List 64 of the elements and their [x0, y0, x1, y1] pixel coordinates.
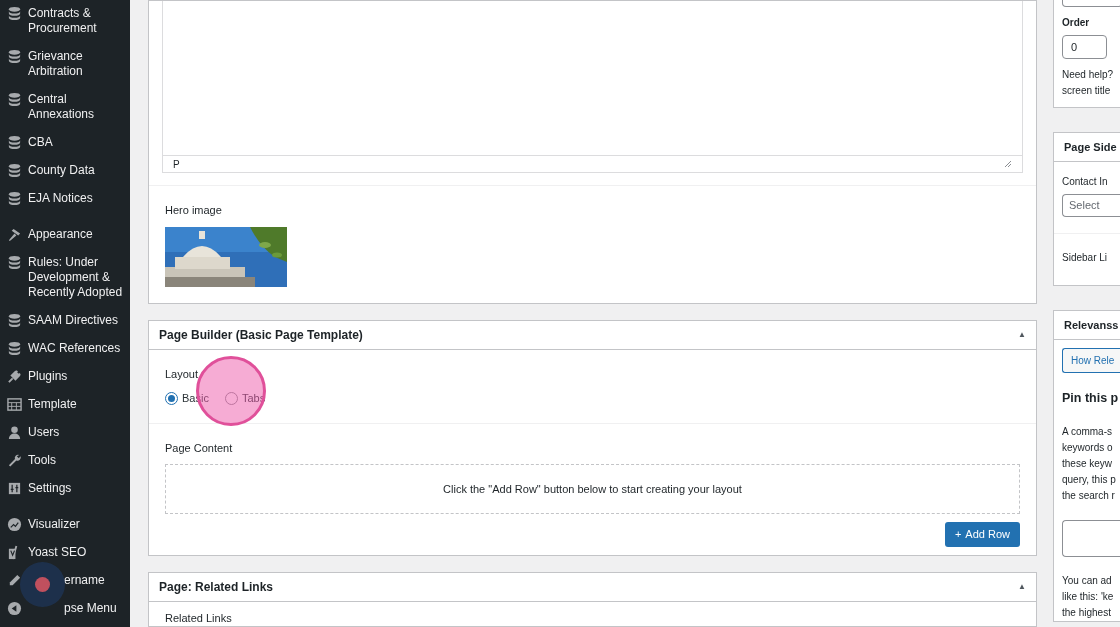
field-label: Hero image	[165, 203, 223, 218]
database-icon	[7, 341, 22, 356]
menu-item[interactable]: County Data	[28, 163, 95, 178]
menu-item[interactable]: Yoast SEO	[28, 545, 87, 560]
select-field[interactable]: Select	[1062, 194, 1120, 217]
empty-message: Click the "Add Row" button below to start creating your layout	[443, 481, 742, 497]
collapse-toggle[interactable]: ▲	[1018, 580, 1026, 593]
field-label: Contact In	[1062, 175, 1109, 189]
panel-title: Relevanss	[1064, 317, 1119, 333]
user-icon	[7, 425, 22, 440]
collapse-icon	[7, 601, 22, 616]
order-field[interactable]: 0	[1062, 35, 1107, 59]
menu-item[interactable]: SAAM Directives	[28, 313, 119, 328]
menu-item[interactable]: Appearance	[28, 227, 93, 242]
database-icon	[7, 49, 22, 64]
menu-item[interactable]: EJA Notices	[28, 191, 93, 206]
database-icon	[7, 163, 22, 178]
panel-title: Page: Related Links	[159, 578, 274, 596]
plug-icon	[7, 369, 22, 384]
database-icon	[7, 255, 22, 270]
menu-item[interactable]: Central Annexations	[28, 92, 126, 122]
editor-box[interactable]: P	[162, 1, 1023, 173]
grid-icon	[7, 397, 22, 412]
add-row-button[interactable]: + Add Row	[944, 522, 1020, 547]
field-label: Page Content	[165, 440, 234, 456]
description-text: A comma-s keywords o these keyw query, this p the search r	[1062, 424, 1117, 503]
wrench-icon	[7, 453, 22, 468]
menu-item[interactable]: Template	[28, 397, 77, 412]
field-label: Layout	[165, 366, 200, 382]
menu-item[interactable]: Visualizer	[28, 517, 80, 532]
menu-item[interactable]: WAC References	[28, 341, 121, 356]
panel-title: Page Side	[1064, 139, 1117, 155]
database-icon	[7, 191, 22, 206]
menu-item[interactable]: Plugins	[28, 369, 68, 384]
menu-item[interactable]: Settings	[28, 481, 72, 496]
field-label: Related Links	[165, 610, 233, 626]
note-text: You can ad like this: 'ke the highest	[1062, 573, 1115, 620]
field-label: Sidebar Li	[1062, 251, 1109, 265]
menu-item[interactable]: Contracts & Procurement	[28, 6, 126, 36]
menu-item[interactable]: Users	[28, 425, 60, 440]
database-icon	[7, 92, 22, 107]
hammer-icon	[7, 227, 22, 242]
menu-item[interactable]: Grievance Arbitration	[28, 49, 126, 79]
menu-item[interactable]: Tools	[28, 453, 56, 468]
keywords-field[interactable]	[1062, 519, 1120, 557]
pencil-icon	[7, 573, 22, 588]
database-icon	[7, 6, 22, 21]
database-icon	[7, 313, 22, 328]
sliders-icon	[7, 481, 22, 496]
element-path: P	[173, 157, 180, 172]
database-icon	[7, 135, 22, 150]
panel-title: Page Builder (Basic Page Template)	[159, 326, 363, 344]
section-heading: Pin this p	[1062, 390, 1120, 407]
menu-item[interactable]: CBA	[28, 135, 53, 150]
menu-item[interactable]: Rules: Under Development & Recently Adopted	[28, 255, 126, 300]
collapse-toggle[interactable]: ▲	[1018, 328, 1026, 341]
menu-item[interactable]: ername	[64, 573, 105, 588]
help-button[interactable]: How Rele	[1062, 348, 1120, 373]
menu-item[interactable]: pse Menu	[64, 601, 117, 616]
resize-handle-icon[interactable]	[1004, 160, 1012, 168]
chart-icon	[7, 517, 22, 532]
field-label: Order	[1062, 16, 1091, 30]
input-field[interactable]	[1062, 0, 1120, 7]
help-text: Need help? screen title	[1062, 68, 1112, 98]
